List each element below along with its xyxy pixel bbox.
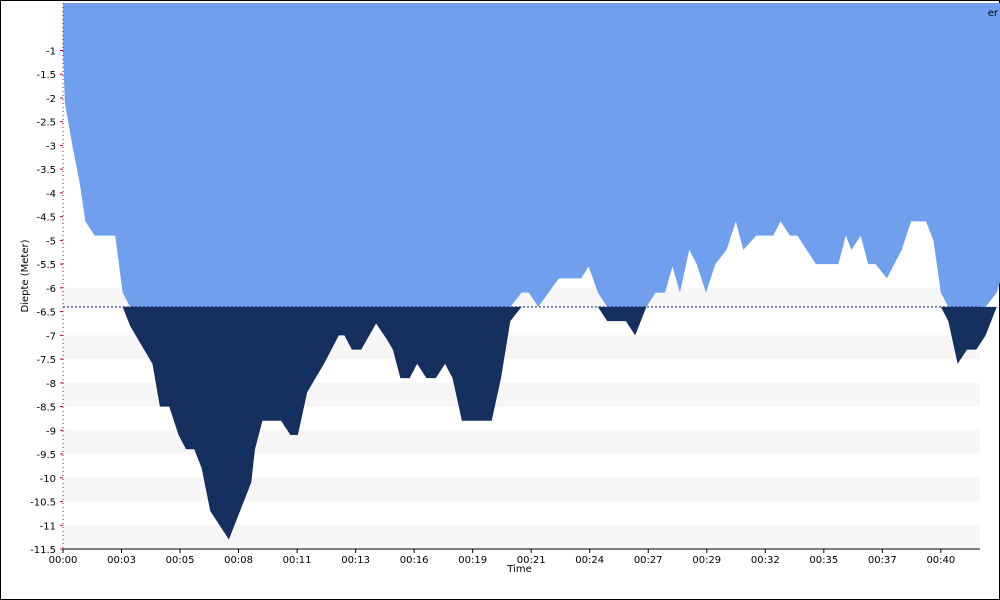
- x-tick-label: 00:27: [634, 555, 663, 566]
- y-tick-label: -7: [46, 331, 56, 342]
- y-tick-label: -7.5: [36, 355, 56, 366]
- depth-area-above-reference: [63, 3, 1000, 307]
- y-tick-label: -5.5: [36, 260, 56, 271]
- y-tick-label: -10.5: [30, 498, 56, 509]
- y-tick-label: -4.5: [36, 213, 56, 224]
- y-tick-label: -4: [46, 189, 56, 200]
- x-tick-label: 00:35: [809, 555, 838, 566]
- x-tick-label: 00:32: [751, 555, 780, 566]
- x-tick-label: 00:11: [283, 555, 312, 566]
- x-axis-title: Time: [506, 564, 531, 575]
- y-tick-label: -8.5: [36, 403, 56, 414]
- y-tick-label: -9.5: [36, 450, 56, 461]
- x-tick-label: 00:13: [341, 555, 370, 566]
- x-tick-label: 00:05: [166, 555, 195, 566]
- y-tick-label: -6: [46, 284, 56, 295]
- stripe-band: [63, 525, 980, 549]
- depth-chart: -1 -1.5 -2 -2.5 -3 -3.5 -4 -4.5 -5 -5.5 -6 -6.5 -7 -7…: [20, 3, 1000, 575]
- x-tick-label: 00:29: [692, 555, 721, 566]
- y-tick-label: -1: [46, 46, 56, 57]
- stripe-band: [63, 477, 980, 502]
- x-tick-label: 00:00: [49, 555, 78, 566]
- y-tick-label: -6.5: [36, 308, 56, 319]
- x-tick-label: 00:24: [575, 555, 604, 566]
- y-tick-label: -10: [40, 474, 56, 485]
- y-tick-label: -9: [46, 426, 56, 437]
- y-axis-title: Diepte (Meter): [20, 239, 31, 312]
- x-tick-label: 00:03: [107, 555, 136, 566]
- y-tick-label: -11: [40, 521, 56, 532]
- legend-clipped: er: [984, 8, 998, 22]
- y-tick-label: -2.5: [36, 118, 56, 129]
- y-tick-label: -2: [46, 94, 56, 105]
- y-axis: -1 -1.5 -2 -2.5 -3 -3.5 -4 -4.5 -5 -5.5 -6 -6.5 -7 -7…: [30, 3, 64, 556]
- x-tick-label: 00:19: [458, 555, 487, 566]
- y-tick-label: -1.5: [36, 70, 56, 81]
- x-tick-label: 00:40: [926, 555, 955, 566]
- y-tick-label: -5: [46, 236, 56, 247]
- y-tick-label: -3.5: [36, 165, 56, 176]
- y-tick-label: -3: [46, 141, 56, 152]
- x-tick-label: 00:08: [224, 555, 253, 566]
- x-tick-label: 00:16: [400, 555, 429, 566]
- x-tick-label: 00:37: [868, 555, 897, 566]
- legend-text: er: [987, 8, 998, 19]
- y-tick-label: -8: [46, 379, 56, 390]
